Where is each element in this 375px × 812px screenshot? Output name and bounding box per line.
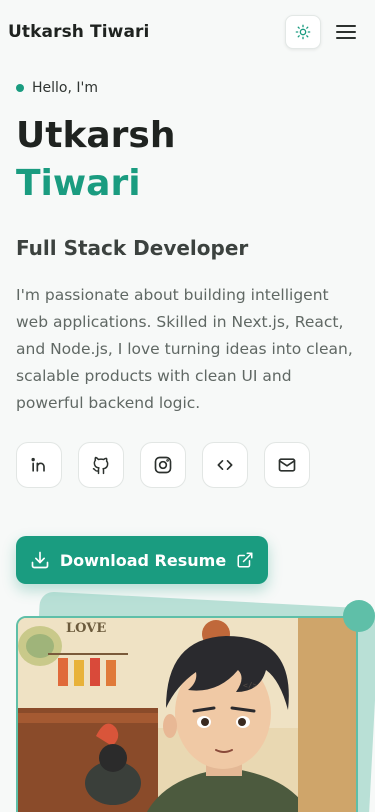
site-brand[interactable]: Utkarsh Tiwari [8, 22, 149, 42]
external-link-icon [237, 552, 253, 568]
menu-icon [336, 25, 356, 39]
theme-toggle-button[interactable] [285, 15, 321, 49]
hero-last-name: Tiwari [16, 163, 141, 204]
mail-icon [278, 458, 296, 472]
top-header: Utkarsh Tiwari [0, 0, 375, 64]
greeting: Hello, I'm [16, 80, 98, 96]
download-resume-label: Download Resume [59, 550, 227, 570]
hamburger-menu-button[interactable] [333, 19, 359, 45]
download-resume-button[interactable]: Download Resume [16, 536, 268, 584]
email-link[interactable] [264, 442, 310, 488]
hero-bio: I'm passionate about building intelligen… [16, 286, 353, 412]
anime-portrait-illustration: LOVE </> [18, 618, 356, 812]
svg-text:</>: </> [243, 681, 258, 690]
github-icon [92, 456, 109, 475]
decorative-circle [343, 600, 375, 632]
social-links [16, 442, 310, 488]
love-sign-text: LOVE [66, 621, 106, 636]
instagram-link[interactable] [140, 442, 186, 488]
greeting-text: Hello, I'm [32, 80, 99, 96]
instagram-icon [154, 456, 172, 474]
code-icon [217, 460, 233, 470]
linkedin-icon [31, 457, 45, 472]
profile-photo: LOVE </> [16, 616, 358, 812]
header-actions [285, 15, 359, 49]
hero-role: Full Stack Developer [16, 236, 249, 260]
status-dot [16, 84, 24, 92]
sun-icon [295, 24, 311, 40]
linkedin-link[interactable] [16, 442, 62, 488]
hero-first-name: Utkarsh [16, 115, 176, 156]
code-link[interactable] [202, 442, 248, 488]
profile-illustration: LOVE </> [16, 591, 375, 812]
github-link[interactable] [78, 442, 124, 488]
download-icon [31, 551, 49, 569]
